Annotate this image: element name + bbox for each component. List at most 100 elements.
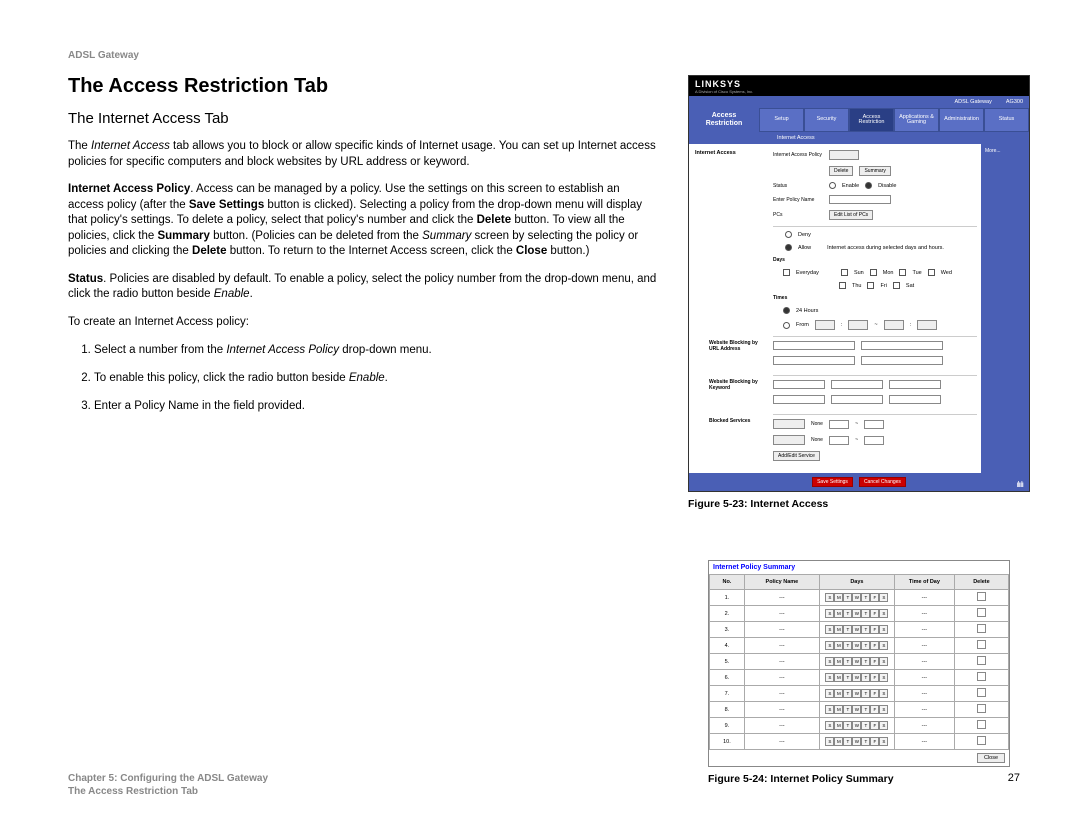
paragraph-intro: The Internet Access tab allows you to bl… bbox=[68, 139, 658, 170]
cell-no: 9. bbox=[710, 718, 745, 734]
kw-input-1[interactable] bbox=[773, 380, 825, 389]
delete-checkbox[interactable] bbox=[977, 624, 986, 633]
delete-checkbox[interactable] bbox=[977, 672, 986, 681]
cell-name: --- bbox=[744, 638, 819, 654]
url-input-1[interactable] bbox=[773, 341, 855, 350]
kw-input-3[interactable] bbox=[889, 380, 941, 389]
add-edit-service-button[interactable]: Add/Edit Service bbox=[773, 451, 820, 461]
day-tue-check[interactable] bbox=[899, 269, 906, 276]
cell-name: --- bbox=[744, 670, 819, 686]
to-min-select[interactable] bbox=[917, 320, 937, 330]
tab-applications-gaming[interactable]: Applications & Gaming bbox=[894, 108, 939, 132]
cell-no: 8. bbox=[710, 702, 745, 718]
delete-button[interactable]: Delete bbox=[829, 166, 853, 176]
tab-setup[interactable]: Setup bbox=[759, 108, 804, 132]
tab-security[interactable]: Security bbox=[804, 108, 849, 132]
cell-delete bbox=[954, 670, 1008, 686]
subnav-internet-access[interactable]: Internet Access bbox=[759, 132, 1029, 144]
page-number: 27 bbox=[1008, 772, 1020, 798]
policy-select[interactable] bbox=[829, 150, 859, 160]
close-button[interactable]: Close bbox=[977, 753, 1005, 763]
kw-input-5[interactable] bbox=[831, 395, 883, 404]
24hours-radio[interactable] bbox=[783, 307, 790, 314]
cell-days: SMTWTFS bbox=[819, 638, 894, 654]
day-wed-check[interactable] bbox=[928, 269, 935, 276]
day-thu-check[interactable] bbox=[839, 282, 846, 289]
brand-subtitle: A Division of Cisco Systems, Inc. bbox=[695, 89, 753, 94]
tab-access-restriction[interactable]: Access Restriction bbox=[849, 108, 894, 132]
paragraph-create: To create an Internet Access policy: bbox=[68, 315, 658, 331]
delete-checkbox[interactable] bbox=[977, 720, 986, 729]
delete-checkbox[interactable] bbox=[977, 736, 986, 745]
day-sat-check[interactable] bbox=[893, 282, 900, 289]
cell-no: 4. bbox=[710, 638, 745, 654]
allow-radio[interactable] bbox=[785, 244, 792, 251]
product-header: ADSL Gateway bbox=[68, 50, 1020, 61]
delete-checkbox[interactable] bbox=[977, 656, 986, 665]
cell-name: --- bbox=[744, 606, 819, 622]
cell-delete bbox=[954, 686, 1008, 702]
delete-checkbox[interactable] bbox=[977, 592, 986, 601]
cell-delete bbox=[954, 590, 1008, 606]
day-fri-check[interactable] bbox=[867, 282, 874, 289]
policy-name-input[interactable] bbox=[829, 195, 891, 204]
cell-name: --- bbox=[744, 702, 819, 718]
everyday-check[interactable] bbox=[783, 269, 790, 276]
footer-chapter: Chapter 5: Configuring the ADSL Gateway bbox=[68, 772, 268, 785]
steps-list: Select a number from the Internet Access… bbox=[68, 342, 658, 414]
table-row: 4.---SMTWTFS--- bbox=[710, 638, 1009, 654]
cell-time: --- bbox=[894, 654, 954, 670]
port-to-1[interactable] bbox=[864, 420, 884, 429]
days-label: Days bbox=[773, 257, 823, 263]
from-radio[interactable] bbox=[783, 322, 790, 329]
port-from-1[interactable] bbox=[829, 420, 849, 429]
delete-checkbox[interactable] bbox=[977, 640, 986, 649]
disable-radio[interactable] bbox=[865, 182, 872, 189]
cell-days: SMTWTFS bbox=[819, 718, 894, 734]
delete-checkbox[interactable] bbox=[977, 608, 986, 617]
from-hour-select[interactable] bbox=[815, 320, 835, 330]
summary-title: Internet Policy Summary bbox=[709, 561, 1009, 574]
deny-message: Internet access during selected days and… bbox=[827, 245, 944, 251]
cell-time: --- bbox=[894, 606, 954, 622]
cell-delete bbox=[954, 702, 1008, 718]
cell-no: 7. bbox=[710, 686, 745, 702]
kw-input-2[interactable] bbox=[831, 380, 883, 389]
cell-delete bbox=[954, 718, 1008, 734]
tab-administration[interactable]: Administration bbox=[939, 108, 984, 132]
tab-status[interactable]: Status bbox=[984, 108, 1029, 132]
table-row: 7.---SMTWTFS--- bbox=[710, 686, 1009, 702]
cancel-changes-button[interactable]: Cancel Changes bbox=[859, 477, 906, 487]
service-select-1[interactable] bbox=[773, 419, 805, 429]
from-min-select[interactable] bbox=[848, 320, 868, 330]
kw-input-4[interactable] bbox=[773, 395, 825, 404]
cell-no: 1. bbox=[710, 590, 745, 606]
service-select-2[interactable] bbox=[773, 435, 805, 445]
deny-radio[interactable] bbox=[785, 231, 792, 238]
port-to-2[interactable] bbox=[864, 436, 884, 445]
edit-list-pcs-button[interactable]: Edit List of PCs bbox=[829, 210, 873, 220]
url-input-3[interactable] bbox=[773, 356, 855, 365]
day-mon-check[interactable] bbox=[870, 269, 877, 276]
delete-checkbox[interactable] bbox=[977, 704, 986, 713]
delete-checkbox[interactable] bbox=[977, 688, 986, 697]
enter-policy-name-label: Enter Policy Name bbox=[773, 197, 823, 203]
day-sun-check[interactable] bbox=[841, 269, 848, 276]
step-3: Enter a Policy Name in the field provide… bbox=[94, 398, 658, 414]
save-settings-button[interactable]: Save Settings bbox=[812, 477, 853, 487]
url-input-2[interactable] bbox=[861, 341, 943, 350]
deny-label: Deny bbox=[798, 232, 811, 238]
table-row: 5.---SMTWTFS--- bbox=[710, 654, 1009, 670]
to-hour-select[interactable] bbox=[884, 320, 904, 330]
cell-name: --- bbox=[744, 686, 819, 702]
enable-radio[interactable] bbox=[829, 182, 836, 189]
col-no: No. bbox=[710, 575, 745, 590]
summary-button[interactable]: Summary bbox=[859, 166, 890, 176]
table-row: 3.---SMTWTFS--- bbox=[710, 622, 1009, 638]
cell-name: --- bbox=[744, 622, 819, 638]
paragraph-status: Status. Policies are disabled by default… bbox=[68, 272, 658, 303]
section-title: The Internet Access Tab bbox=[68, 110, 658, 127]
port-from-2[interactable] bbox=[829, 436, 849, 445]
kw-input-6[interactable] bbox=[889, 395, 941, 404]
url-input-4[interactable] bbox=[861, 356, 943, 365]
